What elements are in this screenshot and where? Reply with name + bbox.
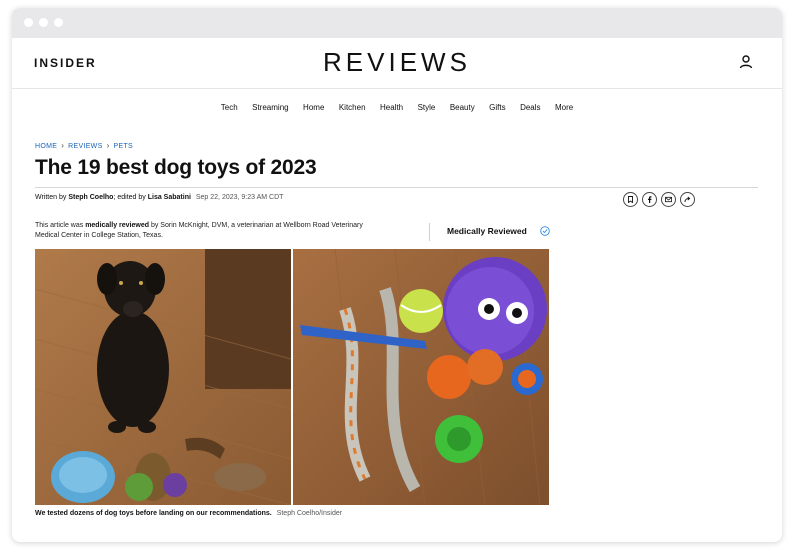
nav-item-more[interactable]: More	[555, 103, 573, 112]
author-name[interactable]: Steph Coelho	[68, 194, 113, 201]
title-divider	[35, 187, 758, 188]
edited-prefix: ; edited by	[113, 194, 146, 201]
email-icon	[665, 196, 672, 203]
facebook-icon	[648, 196, 652, 203]
browser-window: INSIDER REVIEWS Tech Streaming Home Kitc…	[12, 8, 782, 542]
share-icon	[684, 196, 691, 203]
nav-item-streaming[interactable]: Streaming	[252, 103, 288, 112]
image-caption: We tested dozens of dog toys before land…	[35, 510, 782, 517]
caption-text: We tested dozens of dog toys before land…	[35, 510, 272, 517]
dog-and-toys-photo	[35, 249, 549, 505]
nav-item-tech[interactable]: Tech	[221, 103, 238, 112]
share-button[interactable]	[680, 192, 695, 207]
email-share-button[interactable]	[661, 192, 676, 207]
nav-item-kitchen[interactable]: Kitchen	[339, 103, 366, 112]
editor-name[interactable]: Lisa Sabatini	[148, 194, 191, 201]
breadcrumb-home[interactable]: HOME	[35, 143, 57, 150]
publish-date: Sep 22, 2023, 9:23 AM CDT	[195, 194, 284, 201]
site-header: INSIDER REVIEWS	[12, 38, 782, 89]
medical-review-box: This article was medically reviewed by S…	[35, 221, 782, 249]
medically-reviewed-label[interactable]: Medically Reviewed	[447, 226, 527, 236]
hero-image	[35, 249, 549, 505]
main-nav: Tech Streaming Home Kitchen Health Style…	[12, 89, 782, 119]
nav-item-style[interactable]: Style	[418, 103, 436, 112]
title-bar	[12, 8, 782, 38]
review-note-pre: This article was	[35, 222, 84, 229]
window-close-dot[interactable]	[24, 18, 33, 27]
nav-item-beauty[interactable]: Beauty	[450, 103, 475, 112]
bookmark-icon	[628, 196, 633, 203]
breadcrumb: HOME › REVIEWS › PETS	[35, 141, 782, 150]
article-title: The 19 best dog toys of 2023	[35, 156, 317, 179]
facebook-share-button[interactable]	[642, 192, 657, 207]
check-circle-icon	[540, 226, 550, 236]
breadcrumb-reviews[interactable]: REVIEWS	[68, 143, 102, 150]
byline: Written by Steph Coelho; edited by Lisa …	[35, 192, 782, 212]
bookmark-button[interactable]	[623, 192, 638, 207]
nav-item-home[interactable]: Home	[303, 103, 324, 112]
byline-prefix: Written by	[35, 194, 67, 201]
review-divider	[429, 223, 430, 241]
nav-item-health[interactable]: Health	[380, 103, 403, 112]
chevron-right-icon: ›	[106, 141, 110, 150]
window-maximize-dot[interactable]	[54, 18, 63, 27]
breadcrumb-pets[interactable]: PETS	[114, 143, 133, 150]
nav-item-gifts[interactable]: Gifts	[489, 103, 505, 112]
user-icon[interactable]	[738, 54, 754, 70]
share-bar	[623, 192, 699, 209]
photo-credit: Steph Coelho/Insider	[276, 510, 343, 517]
chevron-right-icon: ›	[61, 141, 65, 150]
article: HOME › REVIEWS › PETS The 19 best dog toys o…	[12, 141, 782, 517]
nav-item-deals[interactable]: Deals	[520, 103, 540, 112]
review-note-bold: medically reviewed	[85, 222, 150, 229]
reviews-logo[interactable]: REVIEWS	[12, 47, 782, 78]
medical-review-note: This article was medically reviewed by S…	[35, 221, 385, 241]
window-minimize-dot[interactable]	[39, 18, 48, 27]
